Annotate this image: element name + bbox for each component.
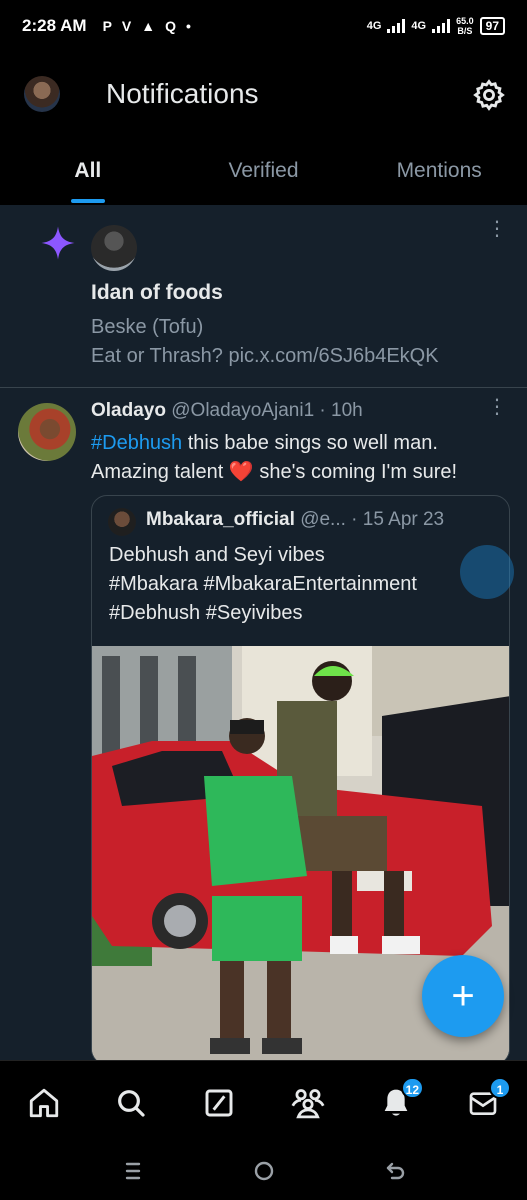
notification-text-line1: Beske (Tofu) — [91, 316, 204, 338]
tweet-time: 10h — [331, 400, 363, 421]
signal-icon — [387, 19, 406, 33]
gear-icon[interactable] — [472, 78, 506, 112]
touch-indicator — [460, 545, 514, 599]
nav-grok[interactable] — [199, 1083, 239, 1123]
messages-badge: 1 — [489, 1077, 511, 1099]
page-title: Notifications — [106, 78, 259, 109]
quote-author-name: Mbakara_official — [146, 509, 295, 530]
dot-icon: • — [186, 18, 191, 34]
quote-separator: · — [351, 509, 358, 530]
profile-avatar[interactable] — [24, 76, 60, 112]
quote-date: 15 Apr 23 — [362, 509, 445, 530]
net-speed: 65.0 B/S — [456, 16, 474, 36]
status-time: 2:28 AM — [22, 16, 87, 35]
nav-notifications[interactable]: 12 — [376, 1077, 424, 1123]
v-app-icon: V — [121, 18, 132, 34]
tweet-handle: @OladayoAjani1 — [171, 400, 315, 421]
q-app-icon: Q — [165, 18, 176, 34]
search-icon — [118, 1090, 145, 1117]
tweet-header: Oladayo @OladayoAjani1 · 10h — [91, 400, 363, 422]
home-circle-icon[interactable] — [249, 1156, 279, 1186]
network-label-2: 4G — [411, 20, 427, 32]
sparkle-icon — [41, 226, 75, 260]
signal-icon-2 — [432, 19, 451, 33]
warning-icon: ▲ — [141, 18, 156, 34]
quote-avatar — [108, 508, 136, 536]
home-icon — [29, 1088, 59, 1118]
nav-communities[interactable] — [288, 1083, 328, 1123]
header: Notifications All Verified Mentions — [0, 52, 527, 205]
nav-home[interactable] — [24, 1083, 64, 1123]
tab-mentions[interactable]: Mentions — [351, 147, 527, 205]
bottom-nav: 12 1 — [0, 1060, 527, 1142]
nav-search[interactable] — [111, 1083, 151, 1123]
tweet-separator: · — [319, 400, 326, 421]
more-options-icon[interactable]: ⋮ — [487, 219, 507, 251]
tweet-author-name[interactable]: Oladayo — [91, 400, 166, 421]
quote-handle: @e... — [300, 509, 346, 530]
compose-button[interactable]: + — [422, 955, 504, 1037]
notification-item[interactable]: ⋮ Idan of foods Beske (Tofu) Eat or Thra… — [0, 205, 527, 388]
notifications-badge: 12 — [400, 1077, 424, 1099]
back-icon[interactable] — [381, 1156, 411, 1186]
tab-all[interactable]: All — [0, 147, 176, 205]
status-right: 4G 4G 65.0 B/S 97 — [367, 16, 505, 36]
notification-tabs: All Verified Mentions — [0, 147, 527, 205]
hashtag-link[interactable]: #Debhush — [91, 432, 182, 454]
tweet-text: #Debhush this babe sings so well man. Am… — [91, 432, 458, 483]
quote-header: Mbakara_official @e... · 15 Apr 23 — [146, 509, 444, 531]
notification-avatar[interactable] — [91, 225, 137, 271]
battery-icon: 97 — [479, 17, 505, 35]
tweet-avatar[interactable] — [18, 403, 76, 461]
status-bar: 2:28 AM P V ▲ Q • 4G 4G 65.0 B/S 97 — [0, 0, 527, 52]
notification-text-line2: Eat or Thrash? pic.x.com/6SJ6b4EkQK — [91, 345, 439, 367]
quote-text: Debhush and Seyi vibes #Mbakara #Mbakara… — [109, 544, 417, 624]
network-label-1: 4G — [366, 20, 382, 32]
heart-emoji-icon: ❤️ — [228, 461, 254, 483]
recents-icon[interactable] — [118, 1156, 148, 1186]
grok-icon — [205, 1089, 233, 1117]
tab-verified[interactable]: Verified — [176, 147, 352, 205]
plus-icon: + — [451, 974, 475, 1018]
p-app-icon: P — [102, 18, 112, 34]
notification-icons: P V ▲ Q • — [103, 18, 191, 34]
more-options-icon[interactable]: ⋮ — [487, 397, 507, 429]
notification-title: Idan of foods — [91, 281, 223, 304]
nav-messages[interactable]: 1 — [463, 1077, 511, 1123]
communities-icon — [291, 1089, 325, 1119]
system-nav-bar — [0, 1142, 527, 1200]
